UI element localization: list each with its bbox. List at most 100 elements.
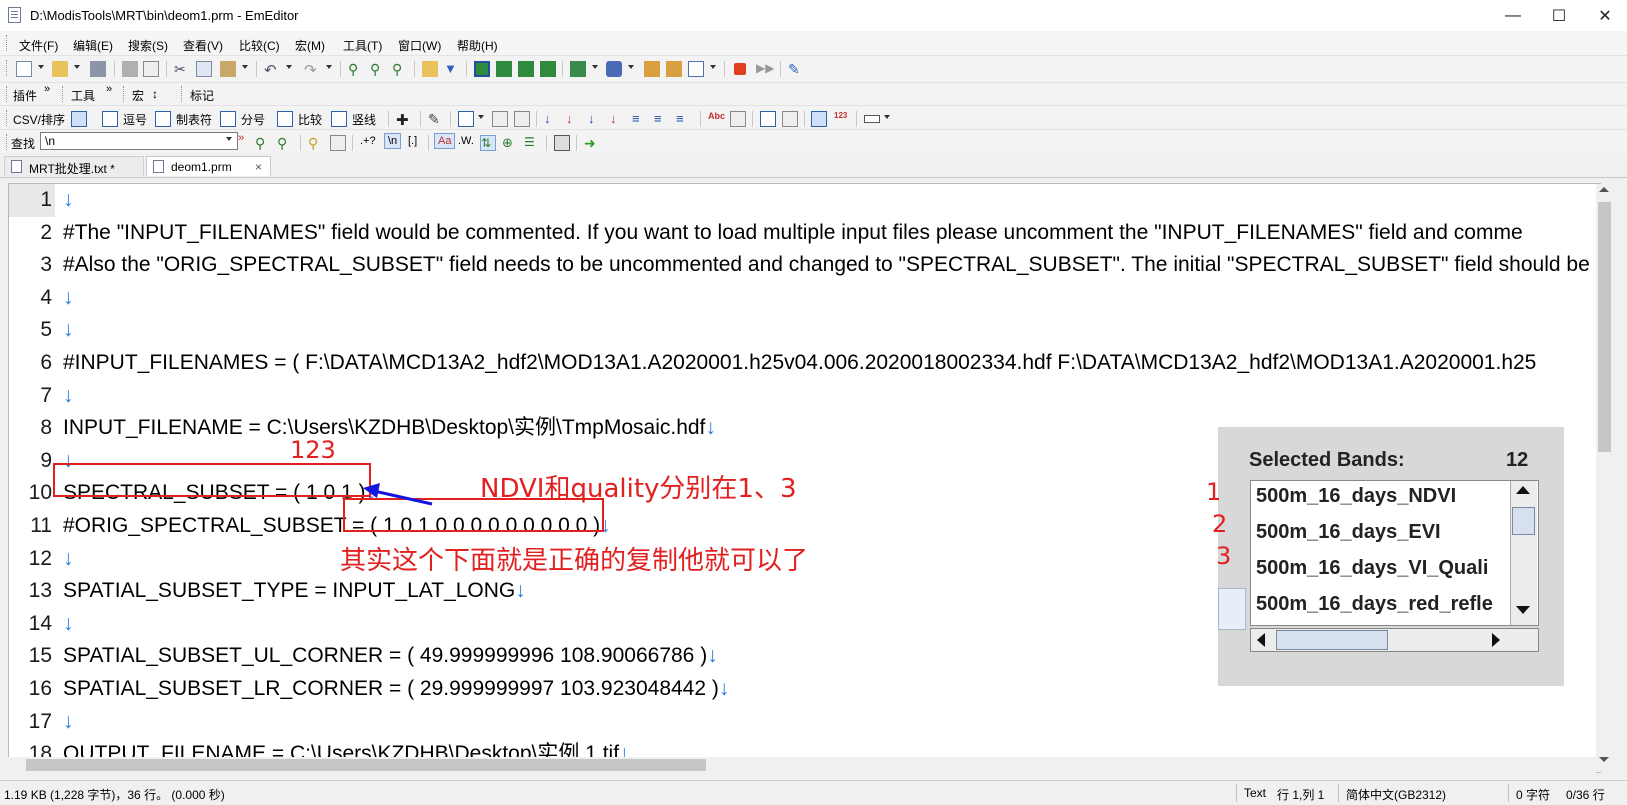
sort-09-icon[interactable]: ↓ — [588, 111, 604, 127]
escape-button[interactable]: \n — [384, 133, 402, 149]
find-next-2-icon[interactable]: ⚲ — [277, 135, 293, 151]
column-b-icon[interactable] — [514, 111, 530, 127]
highlight-icon[interactable]: ⚲ — [308, 135, 324, 151]
batch-find-icon[interactable] — [330, 135, 346, 151]
csv-pipe-label[interactable]: 竖线 — [352, 111, 376, 128]
menu-file[interactable]: 文件(F) — [19, 37, 58, 54]
insert-column-icon[interactable]: ✚ — [396, 111, 412, 129]
csv-none-icon[interactable] — [71, 111, 87, 127]
scroll-up-icon[interactable] — [1599, 187, 1609, 192]
save-icon[interactable] — [90, 61, 106, 77]
filter-icon[interactable]: ▼ — [444, 61, 460, 77]
plugin-a-icon[interactable] — [644, 61, 660, 77]
tools-chevron[interactable]: » — [106, 83, 112, 95]
csv-compare-icon[interactable] — [277, 111, 293, 127]
menu-help[interactable]: 帮助(H) — [457, 37, 498, 54]
check-dropdown-icon[interactable] — [710, 65, 716, 69]
match-case-button[interactable]: Aa — [434, 133, 456, 149]
csv-comma-label[interactable]: 逗号 — [123, 111, 147, 128]
sort-length-icon[interactable]: ≡ — [632, 111, 648, 127]
find-all-icon[interactable]: ⊕ — [502, 135, 518, 151]
close-tab-icon[interactable]: × — [255, 160, 262, 174]
close-window-button[interactable]: ✕ — [1582, 0, 1627, 31]
paste-dropdown-icon[interactable] — [242, 65, 248, 69]
column-a-icon[interactable] — [492, 111, 508, 127]
numbering-icon[interactable]: 123 — [834, 111, 850, 127]
sort-za-icon[interactable]: ↓ — [566, 111, 582, 127]
view-mode-4-icon[interactable] — [540, 61, 556, 77]
find-next-icon[interactable]: ⚲ — [370, 61, 386, 77]
paste-icon[interactable] — [220, 61, 236, 77]
plugins-chevron[interactable]: » — [44, 83, 50, 95]
sort-90-icon[interactable]: ↓ — [610, 111, 626, 127]
spellcheck-icon[interactable]: Abc — [708, 111, 725, 127]
menu-window[interactable]: 窗口(W) — [398, 37, 441, 54]
tab-mrt-batch[interactable]: MRT批处理.txt * — [4, 156, 144, 176]
print-preview-icon[interactable] — [143, 61, 159, 77]
open-folder-icon[interactable] — [52, 61, 68, 77]
csv-comma-icon[interactable] — [102, 111, 118, 127]
config-icon[interactable] — [570, 61, 586, 77]
whole-word-button[interactable]: .W. — [458, 135, 474, 147]
stop-record-icon[interactable] — [734, 63, 746, 75]
menu-macro[interactable]: 宏(M) — [295, 37, 325, 54]
sort-random-icon[interactable]: ≡ — [676, 111, 692, 127]
regex-dot-button[interactable]: .+? — [360, 135, 376, 147]
menu-edit[interactable]: 编辑(E) — [73, 37, 113, 54]
undo-dropdown-icon[interactable] — [286, 65, 292, 69]
cut-icon[interactable]: ✂ — [174, 61, 190, 77]
sort-length-desc-icon[interactable]: ≡ — [654, 111, 670, 127]
menu-compare[interactable]: 比较(C) — [239, 37, 280, 54]
split-icon[interactable] — [760, 111, 776, 127]
split-2-icon[interactable] — [782, 111, 798, 127]
customize-icon[interactable]: ✎ — [788, 61, 804, 77]
config-dropdown-icon[interactable] — [592, 65, 598, 69]
ruler-dropdown-icon[interactable] — [884, 115, 890, 119]
sort-az-icon[interactable]: ↓ — [544, 111, 560, 127]
view-mode-2-icon[interactable] — [496, 61, 512, 77]
bracket-button[interactable]: [.] — [408, 135, 417, 147]
pen-icon[interactable]: ✎ — [428, 111, 444, 127]
find-icon[interactable]: ⚲ — [348, 61, 364, 77]
new-file-icon[interactable] — [16, 61, 32, 77]
wrap-around-icon[interactable]: ⇅ — [480, 135, 496, 151]
find-in-files-icon[interactable] — [422, 61, 438, 77]
csv-semicolon-label[interactable]: 分号 — [241, 111, 265, 128]
cursor-position-status[interactable]: 行 1,列 1 — [1277, 786, 1324, 803]
ruler-icon[interactable] — [864, 115, 880, 123]
redo-dropdown-icon[interactable] — [326, 65, 332, 69]
new-dropdown-icon[interactable] — [38, 65, 44, 69]
find-history-dropdown-icon[interactable] — [226, 137, 232, 141]
print-icon[interactable] — [122, 61, 138, 77]
find-chevron[interactable]: » — [238, 132, 244, 144]
redo-icon[interactable]: ↷ — [304, 61, 320, 79]
find-list-icon[interactable]: ☰ — [524, 135, 540, 151]
view-mode-3-icon[interactable] — [518, 61, 534, 77]
columns-dropdown-icon[interactable] — [478, 115, 484, 119]
check-icon[interactable] — [688, 61, 704, 77]
csv-tab-label[interactable]: 制表符 — [176, 111, 212, 128]
find-input[interactable]: \n — [40, 132, 238, 150]
menu-view[interactable]: 查看(V) — [183, 37, 223, 54]
marker-icon[interactable] — [730, 111, 746, 127]
tab-deom1[interactable]: deom1.prm × — [146, 156, 271, 176]
tools-label[interactable]: 工具 — [71, 87, 95, 104]
markers-label[interactable]: 标记 — [190, 87, 214, 104]
view-mode-icon[interactable] — [474, 61, 490, 77]
columns-icon[interactable] — [458, 111, 474, 127]
maximize-button[interactable]: ☐ — [1536, 0, 1582, 31]
undo-icon[interactable]: ↶ — [264, 61, 280, 79]
csv-semicolon-icon[interactable] — [220, 111, 236, 127]
run-macro-icon[interactable]: ▶▶ — [756, 61, 774, 77]
replace-icon[interactable]: ⚲ — [392, 61, 408, 77]
plugins-label[interactable]: 插件 — [13, 87, 37, 104]
minimize-button[interactable]: — — [1490, 0, 1536, 31]
find-previous-icon[interactable]: ⚲ — [255, 135, 271, 151]
plugin-b-icon[interactable] — [666, 61, 682, 77]
horizontal-scroll-thumb[interactable] — [26, 759, 706, 771]
encoding-icon[interactable] — [606, 61, 622, 77]
mode-status[interactable]: Text — [1244, 786, 1266, 800]
menu-tools[interactable]: 工具(T) — [343, 37, 382, 54]
line-number-toggle-icon[interactable] — [811, 111, 827, 127]
open-dropdown-icon[interactable] — [74, 65, 80, 69]
